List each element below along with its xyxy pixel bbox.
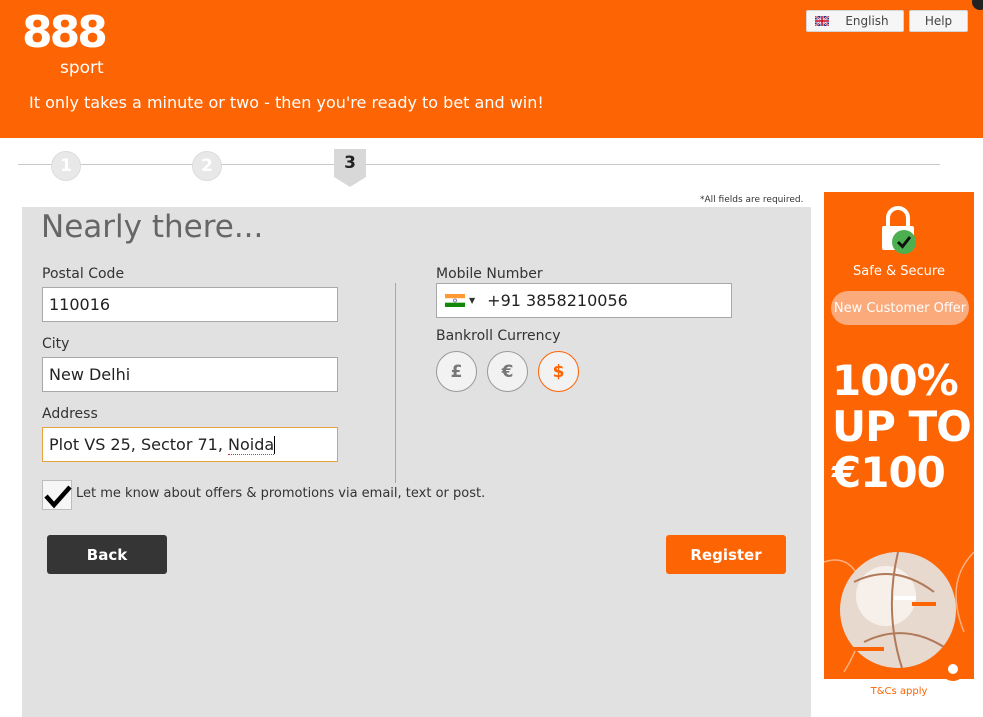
city-label: City [42,336,70,352]
promo-banner[interactable]: Safe & Secure New Customer Offer 100% UP… [824,192,974,717]
offers-checkbox[interactable] [42,480,72,510]
language-button[interactable]: English [806,10,904,32]
address-misspelled-word: Noida [228,434,275,455]
step-pointer-icon [334,177,366,187]
header-banner: 888 sport It only takes a minute or two … [0,0,983,138]
offers-checkbox-label: Let me know about offers & promotions vi… [76,486,486,501]
page-title: Nearly there... [41,209,264,245]
address-label: Address [42,406,98,422]
mobile-number-label: Mobile Number [436,266,543,282]
step-2: 2 [192,151,222,181]
close-icon[interactable] [972,0,983,10]
uk-flag-icon [815,16,830,26]
bankroll-currency-label: Bankroll Currency [436,328,561,344]
tagline: It only takes a minute or two - then you… [29,93,544,112]
safe-secure-label: Safe & Secure [853,264,945,279]
logo: 888 sport [22,8,117,82]
step-3-current: 3 [334,149,366,177]
currency-eur-button[interactable]: € [487,351,528,392]
required-note: *All fields are required. [700,195,804,205]
registration-page: 888 sport It only takes a minute or two … [0,0,983,717]
city-field[interactable]: New Delhi [42,357,338,392]
text-cursor [274,435,276,454]
language-label: English [845,14,889,28]
column-divider [395,283,396,483]
step-1: 1 [51,151,81,181]
currency-usd-button[interactable]: $ [538,351,579,392]
register-button[interactable]: Register [666,535,786,574]
checkmark-icon [44,485,72,509]
mobile-number-value: +91 3858210056 [487,291,628,310]
postal-code-field[interactable]: 110016 [42,287,338,322]
india-flag-icon[interactable] [445,294,465,307]
promo-line-3: €100 [832,448,946,497]
help-button[interactable]: Help [909,10,968,32]
address-field[interactable]: Plot VS 25, Sector 71, Noida [42,427,338,462]
padlock-icon [882,206,916,254]
promo-line-1: 100% [832,356,959,405]
logo-number: 888 [22,7,108,58]
promo-footer [824,679,974,717]
address-text: Plot VS 25, Sector 71, [49,435,229,454]
currency-gbp-button[interactable]: £ [436,351,477,392]
stepper-line [18,164,940,165]
promo-line-2: UP TO [832,402,972,451]
back-button[interactable]: Back [47,535,167,574]
circle-icon [941,657,965,681]
new-customer-offer-badge: New Customer Offer [831,291,969,325]
chevron-down-icon[interactable]: ▼ [469,296,475,305]
logo-word: sport [60,58,104,78]
tcs-link[interactable]: T&Cs apply [824,686,974,697]
mobile-number-field[interactable]: ▼ +91 3858210056 [436,283,732,318]
postal-code-label: Postal Code [42,266,125,282]
